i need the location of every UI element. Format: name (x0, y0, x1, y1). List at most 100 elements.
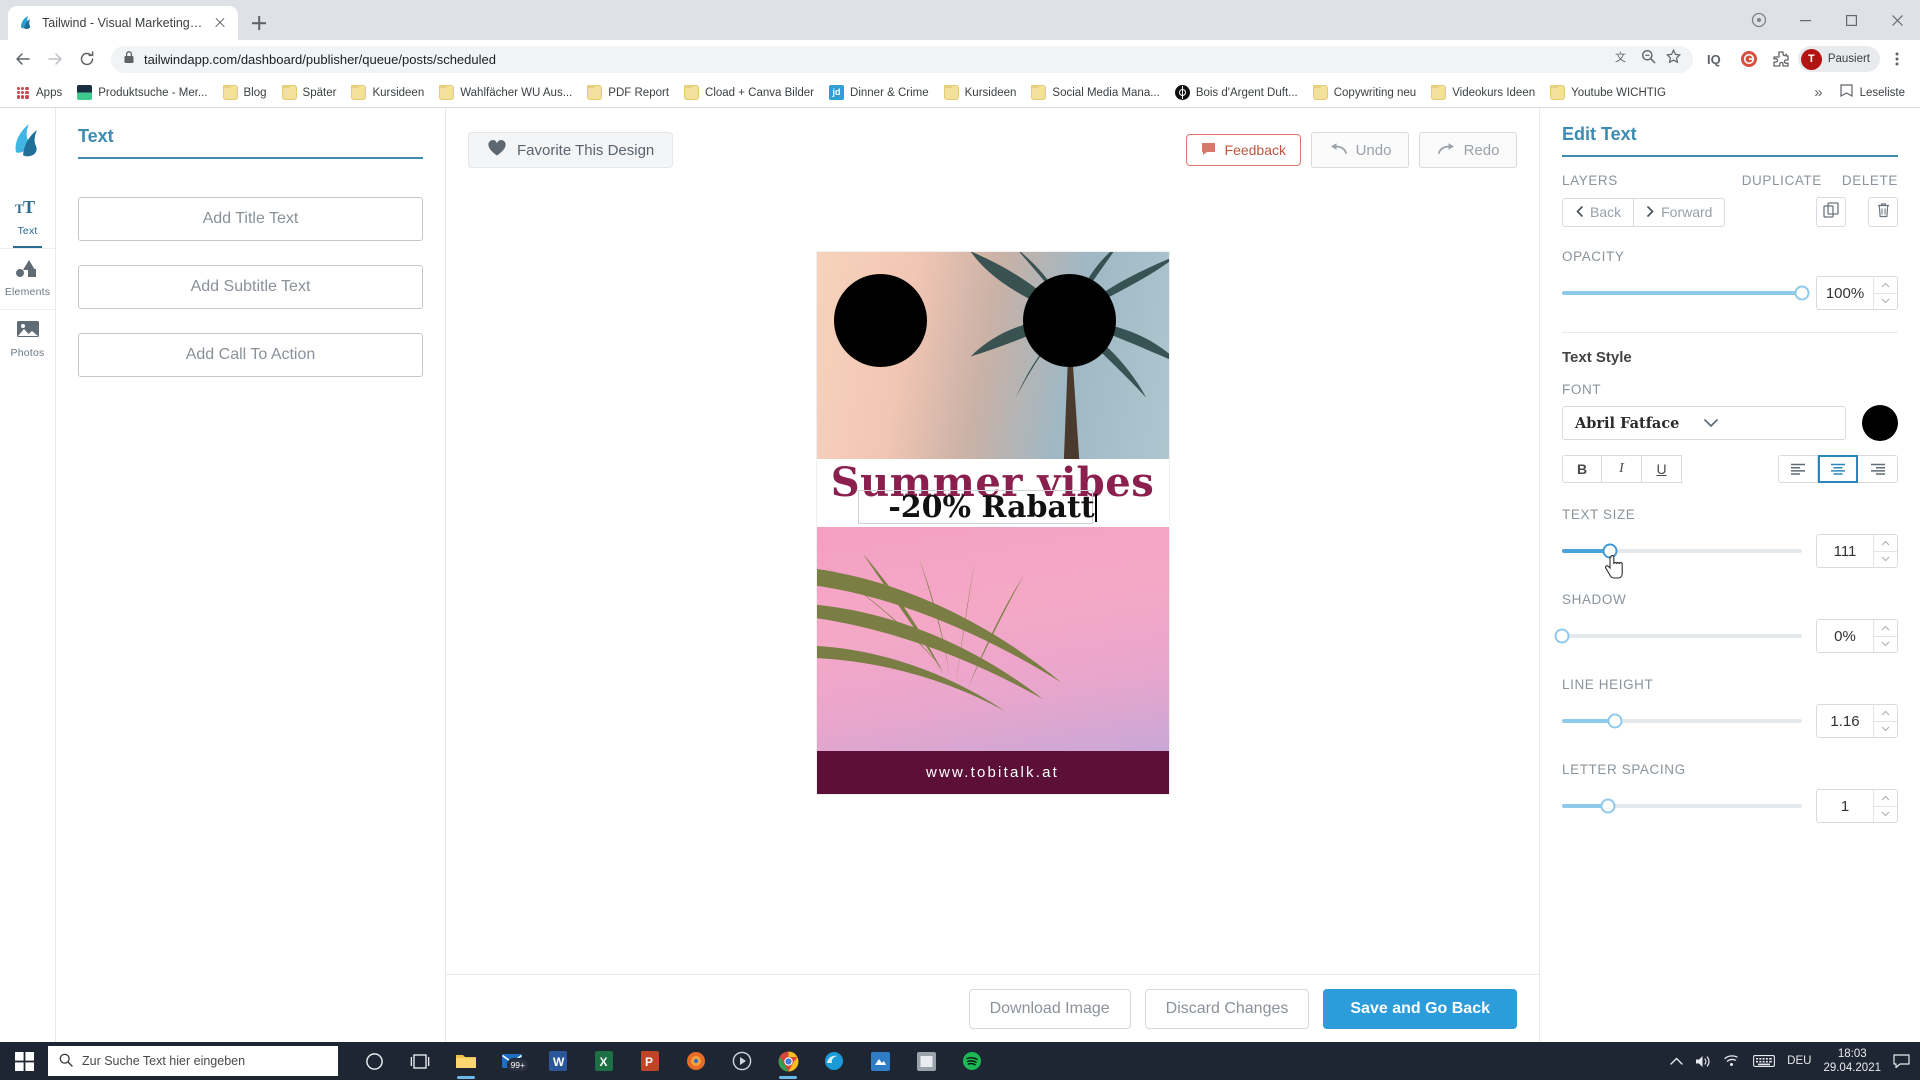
letter-spacing-slider[interactable] (1562, 798, 1802, 814)
redo-button[interactable]: Redo (1419, 132, 1517, 168)
feedback-button[interactable]: Feedback (1185, 134, 1301, 166)
line-height-stepper[interactable] (1873, 705, 1897, 737)
bookmark-item[interactable]: jd Dinner & Crime (822, 82, 936, 103)
underline-button[interactable]: U (1642, 455, 1682, 483)
extensions-puzzle-icon[interactable] (1766, 44, 1796, 74)
add-title-text-button[interactable]: Add Title Text (78, 197, 423, 241)
opacity-slider-knob[interactable] (1794, 285, 1810, 301)
mail-icon[interactable]: 99+ (492, 1042, 532, 1080)
bookmarks-overflow-button[interactable]: » (1806, 84, 1830, 101)
shadow-value-box[interactable]: 0% (1816, 619, 1898, 653)
wifi-icon[interactable] (1724, 1054, 1741, 1068)
app-grey-icon[interactable] (906, 1042, 946, 1080)
chrome-icon[interactable] (768, 1042, 808, 1080)
letter-spacing-stepper[interactable] (1873, 790, 1897, 822)
maximize-button[interactable] (1828, 0, 1874, 40)
iq-extension-icon[interactable]: IQ (1702, 44, 1732, 74)
undo-button[interactable]: Undo (1311, 132, 1409, 168)
black-circle-shape[interactable] (1022, 274, 1116, 367)
bookmark-item[interactable]: Wahlfächer WU Aus... (432, 82, 579, 103)
stepper-down-icon[interactable] (1874, 805, 1897, 823)
star-icon[interactable] (1665, 48, 1681, 69)
discard-changes-button[interactable]: Discard Changes (1144, 988, 1310, 1029)
bookmark-item[interactable]: Kursideen (937, 82, 1024, 103)
opacity-stepper[interactable] (1873, 277, 1897, 309)
powerpoint-icon[interactable]: P (630, 1042, 670, 1080)
bookmark-item[interactable]: Videokurs Ideen (1424, 82, 1542, 103)
stepper-down-icon[interactable] (1874, 635, 1897, 653)
line-height-value-box[interactable]: 1.16 (1816, 704, 1898, 738)
three-dot-menu-icon[interactable] (1882, 44, 1912, 74)
stepper-up-icon[interactable] (1874, 790, 1897, 806)
stepper-down-icon[interactable] (1874, 550, 1897, 568)
stepper-up-icon[interactable] (1874, 620, 1897, 636)
bookmark-apps[interactable]: Apps (8, 82, 69, 103)
browser-tab[interactable]: Tailwind - Visual Marketing Suite (8, 6, 238, 40)
show-hidden-icons-icon[interactable] (1670, 1057, 1683, 1066)
close-icon[interactable] (212, 15, 228, 31)
spotify-icon[interactable] (952, 1042, 992, 1080)
zoom-icon[interactable] (1641, 49, 1656, 69)
bookmark-item[interactable]: Bois d'Argent Duft... (1168, 82, 1305, 103)
font-select[interactable]: Abril Fatface (1562, 406, 1846, 440)
close-window-button[interactable] (1874, 0, 1920, 40)
back-arrow-icon[interactable] (8, 44, 38, 74)
stepper-down-icon[interactable] (1874, 292, 1897, 310)
language-indicator[interactable]: DEU (1787, 1054, 1811, 1068)
text-size-slider-knob[interactable] (1602, 543, 1618, 559)
text-size-value-box[interactable]: 111 (1816, 534, 1898, 568)
volume-icon[interactable] (1695, 1054, 1712, 1069)
stepper-down-icon[interactable] (1874, 720, 1897, 738)
file-explorer-icon[interactable] (446, 1042, 486, 1080)
bold-button[interactable]: B (1562, 455, 1602, 483)
download-image-button[interactable]: Download Image (968, 988, 1131, 1029)
reading-list-button[interactable]: Leseliste (1832, 80, 1912, 106)
sidebar-item-elements[interactable]: Elements (0, 248, 55, 309)
keyboard-icon[interactable] (1753, 1054, 1776, 1068)
align-left-button[interactable] (1778, 455, 1818, 483)
stepper-up-icon[interactable] (1874, 535, 1897, 551)
layer-forward-button[interactable]: Forward (1634, 197, 1726, 227)
clock[interactable]: 18:03 29.04.2021 (1823, 1047, 1881, 1075)
add-subtitle-text-button[interactable]: Add Subtitle Text (78, 265, 423, 309)
sidebar-item-text[interactable]: TT Text (0, 188, 55, 248)
grammarly-extension-icon[interactable] (1734, 44, 1764, 74)
text-size-stepper[interactable] (1873, 535, 1897, 567)
edge-icon[interactable] (814, 1042, 854, 1080)
app-blue-icon[interactable] (860, 1042, 900, 1080)
shadow-slider-knob[interactable] (1554, 628, 1570, 644)
notification-icon[interactable] (1893, 1053, 1910, 1069)
favorite-this-design-button[interactable]: Favorite This Design (468, 132, 674, 168)
bookmark-item[interactable]: Produktsuche - Mer... (70, 82, 214, 103)
letter-spacing-value-box[interactable]: 1 (1816, 789, 1898, 823)
forward-arrow-icon[interactable] (40, 44, 70, 74)
add-call-to-action-button[interactable]: Add Call To Action (78, 333, 423, 377)
font-color-swatch[interactable] (1862, 405, 1898, 441)
letter-spacing-slider-knob[interactable] (1600, 798, 1616, 814)
minimize-button[interactable] (1782, 0, 1828, 40)
align-right-button[interactable] (1858, 455, 1898, 483)
new-tab-button[interactable] (244, 8, 274, 38)
bookmark-item[interactable]: Kursideen (344, 82, 431, 103)
bookmark-item[interactable]: Youtube WICHTIG (1543, 82, 1673, 103)
settings-dot-icon[interactable] (1736, 0, 1782, 40)
task-view-icon[interactable] (400, 1042, 440, 1080)
bookmark-item[interactable]: PDF Report (580, 82, 676, 103)
opacity-value-box[interactable]: 100% (1816, 276, 1898, 310)
design-canvas[interactable]: Summer vibes -20% Rabatt www.tobitalk.at (816, 252, 1169, 794)
bookmark-item[interactable]: Cload + Canva Bilder (677, 82, 821, 103)
bookmark-item[interactable]: Später (275, 82, 344, 103)
italic-button[interactable]: I (1602, 455, 1642, 483)
delete-button[interactable] (1868, 197, 1898, 227)
word-icon[interactable]: W (538, 1042, 578, 1080)
excel-icon[interactable]: X (584, 1042, 624, 1080)
black-circle-shape[interactable] (833, 274, 927, 367)
bookmark-item[interactable]: Social Media Mana... (1024, 82, 1166, 103)
search-input[interactable]: Zur Suche Text hier eingeben (48, 1046, 338, 1076)
align-center-button[interactable] (1818, 455, 1858, 483)
cortana-icon[interactable] (354, 1042, 394, 1080)
windows-start-icon[interactable] (0, 1042, 48, 1080)
bookmark-item[interactable]: Blog (216, 82, 274, 103)
profile-button[interactable]: T Pausiert (1797, 46, 1880, 72)
text-size-slider[interactable] (1562, 543, 1802, 579)
